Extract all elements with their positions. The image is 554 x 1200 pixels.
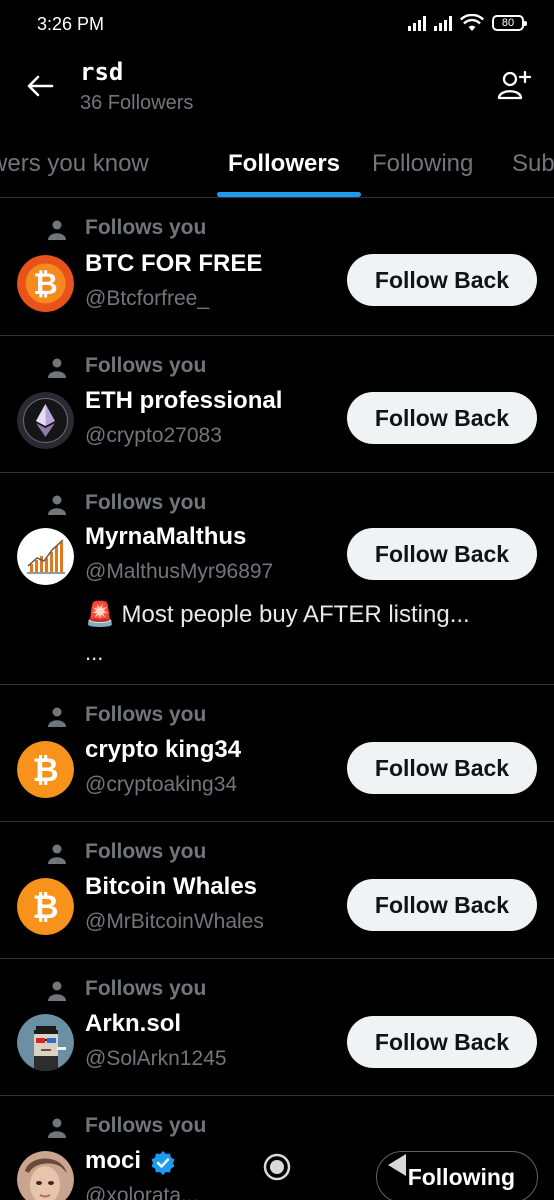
person-icon bbox=[48, 981, 66, 1001]
follows-you-label: Follows you bbox=[85, 216, 207, 239]
follows-you-label: Follows you bbox=[85, 491, 207, 514]
display-name[interactable]: Arkn.sol bbox=[85, 1010, 181, 1038]
svg-text:₿: ₿ bbox=[32, 888, 58, 926]
follow-back-button[interactable]: Follow Back bbox=[347, 1016, 537, 1068]
home-nav-icon[interactable] bbox=[262, 1152, 292, 1182]
follow-back-button[interactable]: Follow Back bbox=[347, 879, 537, 931]
list-item[interactable]: Follows you MyrnaMalthus @MalthusMyr9689… bbox=[0, 473, 554, 685]
bitcoin-icon: ₿ bbox=[17, 255, 74, 312]
verified-badge-icon bbox=[151, 1151, 175, 1175]
status-icons: 80 bbox=[408, 14, 527, 32]
user-handle: @Btcforfree_ bbox=[85, 287, 210, 310]
list-item[interactable]: Follows you Arkn.sol @SolArkn1245 Follow… bbox=[0, 959, 554, 1096]
follow-back-button[interactable]: Follow Back bbox=[347, 254, 537, 306]
user-handle: @SolArkn1245 bbox=[85, 1047, 227, 1070]
wifi-icon bbox=[460, 14, 484, 31]
follow-back-button[interactable]: Follow Back bbox=[347, 742, 537, 794]
status-time: 3:26 PM bbox=[37, 14, 105, 34]
list-item[interactable]: Follows you moci @xolorata... Following bbox=[0, 1096, 554, 1200]
display-name[interactable]: MyrnaMalthus bbox=[85, 523, 246, 551]
avatar[interactable] bbox=[17, 1014, 74, 1071]
avatar[interactable]: ₿ bbox=[17, 878, 74, 935]
bio-ellipsis: ... bbox=[85, 640, 104, 665]
tab-subscriptions[interactable]: Subscriptions bbox=[512, 150, 554, 178]
person-icon bbox=[48, 1118, 66, 1138]
active-tab-indicator bbox=[217, 192, 361, 197]
follows-you-label: Follows you bbox=[85, 1114, 207, 1137]
follows-you-label: Follows you bbox=[85, 977, 207, 1000]
avatar[interactable] bbox=[17, 392, 74, 449]
person-icon bbox=[48, 495, 66, 515]
list-item[interactable]: Follows you ETH professional @crypto2708… bbox=[0, 336, 554, 473]
header: rsd 36 Followers bbox=[0, 48, 554, 130]
tab-followers[interactable]: Followers bbox=[228, 150, 340, 178]
person-icon bbox=[48, 358, 66, 378]
display-name[interactable]: ETH professional bbox=[85, 387, 282, 415]
avatar[interactable]: ₿ bbox=[17, 741, 74, 798]
signal-icon-2 bbox=[434, 15, 452, 31]
followers-count: 36 Followers bbox=[80, 92, 194, 114]
pixel-punk-avatar bbox=[17, 1014, 74, 1071]
person-icon bbox=[48, 220, 66, 240]
back-arrow-icon[interactable] bbox=[22, 68, 58, 104]
person-icon bbox=[48, 844, 66, 864]
bitcoin-icon: ₿ bbox=[17, 741, 74, 798]
follow-back-button[interactable]: Follow Back bbox=[347, 392, 537, 444]
user-handle: @MrBitcoinWhales bbox=[85, 910, 264, 933]
follows-you-label: Follows you bbox=[85, 703, 207, 726]
list-item[interactable]: Follows you ₿ crypto king34 @cryptoaking… bbox=[0, 685, 554, 822]
avatar[interactable] bbox=[17, 528, 74, 585]
user-handle: @MalthusMyr96897 bbox=[85, 560, 274, 583]
tab-followers-you-know[interactable]: Followers you know bbox=[0, 150, 149, 178]
follow-back-button[interactable]: Follow Back bbox=[347, 528, 537, 580]
user-handle: @cryptoaking34 bbox=[85, 773, 238, 796]
back-nav-icon[interactable] bbox=[386, 1152, 408, 1178]
avatar[interactable]: ₿ bbox=[17, 255, 74, 312]
display-name[interactable]: moci bbox=[85, 1147, 141, 1175]
tab-following[interactable]: Following bbox=[372, 150, 473, 178]
svg-text:₿: ₿ bbox=[32, 751, 58, 789]
svg-text:₿: ₿ bbox=[33, 267, 57, 302]
tab-bar: Followers you know Followers Following S… bbox=[0, 130, 554, 198]
user-handle: @xolorata... bbox=[85, 1184, 199, 1200]
user-handle: @crypto27083 bbox=[85, 424, 222, 447]
avatar[interactable] bbox=[17, 1151, 74, 1200]
chart-avatar bbox=[17, 528, 74, 585]
display-name[interactable]: BTC FOR FREE bbox=[85, 250, 262, 278]
follows-you-label: Follows you bbox=[85, 840, 207, 863]
ethereum-icon bbox=[17, 392, 74, 449]
battery-icon: 80 bbox=[492, 15, 527, 31]
signal-icon bbox=[408, 15, 426, 31]
status-bar: 3:26 PM 80 bbox=[0, 0, 554, 48]
add-user-icon[interactable] bbox=[494, 66, 534, 106]
user-bio: 🚨 Most people buy AFTER listing... bbox=[85, 601, 470, 628]
list-item[interactable]: Follows you ₿ BTC FOR FREE @Btcforfree_ … bbox=[0, 198, 554, 336]
list-item[interactable]: Follows you ₿ Bitcoin Whales @MrBitcoinW… bbox=[0, 822, 554, 959]
person-icon bbox=[48, 707, 66, 727]
page-title: rsd bbox=[80, 58, 124, 86]
follower-list: Follows you ₿ BTC FOR FREE @Btcforfree_ … bbox=[0, 198, 554, 1200]
display-name[interactable]: Bitcoin Whales bbox=[85, 873, 257, 901]
bitcoin-icon: ₿ bbox=[17, 878, 74, 935]
display-name[interactable]: crypto king34 bbox=[85, 736, 241, 764]
photo-avatar bbox=[17, 1151, 74, 1200]
follows-you-label: Follows you bbox=[85, 354, 207, 377]
